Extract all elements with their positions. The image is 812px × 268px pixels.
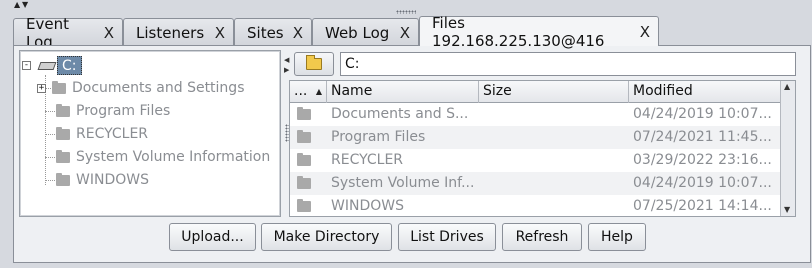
sort-ascending-icon: ▲ xyxy=(315,87,322,96)
browse-folder-button[interactable] xyxy=(294,52,334,76)
table-scrollbar[interactable]: ▲ ▼ xyxy=(780,81,795,216)
folder-icon xyxy=(297,130,311,143)
tab-web-log[interactable]: Web Log X xyxy=(312,18,419,46)
tab-sites[interactable]: Sites X xyxy=(234,18,312,46)
folder-icon xyxy=(297,199,311,212)
table-header: ... ▲ Name Size Modified xyxy=(290,81,780,103)
cell-name: WINDOWS xyxy=(331,198,404,214)
collapse-down-icon[interactable]: ▼ xyxy=(22,0,28,10)
cell-modified: 04/24/2019 10:07... xyxy=(633,175,772,191)
cell-name: Program Files xyxy=(331,129,426,145)
tab-close-icon[interactable]: X xyxy=(293,24,303,42)
tree-guide-line xyxy=(45,134,55,135)
cell-name: Documents and S... xyxy=(331,106,469,122)
tab-label: Listeners xyxy=(136,23,205,42)
scroll-up-icon[interactable]: ▲ xyxy=(784,83,790,91)
help-button[interactable]: Help xyxy=(588,223,646,251)
folder-icon xyxy=(297,153,311,166)
collapse-right-icon[interactable]: ▶ xyxy=(284,66,289,74)
folder-icon xyxy=(297,176,311,189)
tab-close-icon[interactable]: X xyxy=(640,23,650,41)
tab-close-icon[interactable]: X xyxy=(400,24,410,42)
table-row[interactable]: System Volume Inf... 04/24/2019 10:07... xyxy=(290,172,780,195)
cell-modified: 03/29/2022 23:16... xyxy=(633,152,772,168)
column-header-icon[interactable]: ... ▲ xyxy=(290,81,327,103)
folder-icon xyxy=(52,80,66,94)
cell-name: System Volume Inf... xyxy=(331,175,475,191)
tab-label: Sites xyxy=(247,23,284,42)
list-drives-button[interactable]: List Drives xyxy=(398,223,496,251)
cell-size xyxy=(479,126,629,149)
scroll-down-icon[interactable]: ▼ xyxy=(784,206,790,214)
tree-item-label: Program Files xyxy=(76,103,171,119)
folder-icon xyxy=(56,149,70,163)
path-input[interactable] xyxy=(340,52,796,76)
tree-item-recycler[interactable]: RECYCLER xyxy=(56,123,148,145)
folder-icon xyxy=(56,103,70,117)
tab-label: Files 192.168.225.130@416 xyxy=(432,13,605,50)
tree-root-drive[interactable]: - C: xyxy=(22,54,82,76)
drive-icon xyxy=(39,60,53,70)
tab-close-icon[interactable]: X xyxy=(104,24,114,42)
tab-label: Web Log xyxy=(325,23,390,42)
directory-tree[interactable]: - C: + Documents and Settings Program Fi… xyxy=(19,50,281,217)
tree-item-system-volume-information[interactable]: System Volume Information xyxy=(56,146,270,168)
make-directory-button[interactable]: Make Directory xyxy=(261,223,392,251)
tree-guide-line xyxy=(45,180,55,181)
cell-size xyxy=(479,103,629,126)
cell-size xyxy=(479,195,629,216)
refresh-button[interactable]: Refresh xyxy=(502,223,582,251)
top-split-bar: ▲ ▼ xyxy=(0,0,812,14)
files-panel: - C: + Documents and Settings Program Fi… xyxy=(13,45,811,263)
expand-expander[interactable]: + xyxy=(37,83,46,93)
cell-size xyxy=(479,149,629,172)
split-grip[interactable] xyxy=(396,10,416,14)
tab-close-icon[interactable]: X xyxy=(215,24,225,42)
tab-event-log[interactable]: Event Log X xyxy=(13,15,123,51)
cell-modified: 07/25/2021 14:14... xyxy=(633,198,772,214)
tab-files[interactable]: Files 192.168.225.130@416 X xyxy=(419,14,659,50)
tab-bar: Event Log X Listeners X Sites X Web Log … xyxy=(13,14,812,51)
tree-item-label: System Volume Information xyxy=(76,149,271,165)
table-row[interactable]: Program Files 07/24/2021 11:45... xyxy=(290,126,780,149)
column-header-modified[interactable]: Modified xyxy=(629,81,780,103)
tree-item-label: WINDOWS xyxy=(76,172,149,188)
folder-icon xyxy=(56,172,70,186)
folder-icon xyxy=(56,126,70,140)
cell-name: RECYCLER xyxy=(331,152,404,168)
collapse-left-icon[interactable]: ◀ xyxy=(284,56,289,64)
cell-modified: 04/24/2019 10:07... xyxy=(633,106,772,122)
tree-item-program-files[interactable]: Program Files xyxy=(56,100,170,122)
file-table[interactable]: ... ▲ Name Size Modified Documents and S… xyxy=(289,80,796,217)
tree-item-label: Documents and Settings xyxy=(72,80,245,96)
tree-root-label: C: xyxy=(57,55,82,75)
column-header-size[interactable]: Size xyxy=(479,81,629,103)
table-row[interactable]: WINDOWS 07/25/2021 14:14... xyxy=(290,195,780,216)
tree-guide-line xyxy=(45,157,55,158)
collapse-up-icon[interactable]: ▲ xyxy=(14,0,20,10)
collapse-expander[interactable]: - xyxy=(22,60,31,70)
upload-button[interactable]: Upload... xyxy=(169,223,256,251)
folder-icon xyxy=(297,107,311,120)
tree-item-documents-and-settings[interactable]: + Documents and Settings xyxy=(37,77,244,99)
cell-modified: 07/24/2021 11:45... xyxy=(633,129,772,145)
tree-guide-line xyxy=(45,111,55,112)
cell-size xyxy=(479,172,629,195)
table-row[interactable]: RECYCLER 03/29/2022 23:16... xyxy=(290,149,780,172)
table-row[interactable]: Documents and S... 04/24/2019 10:07... xyxy=(290,103,780,126)
tab-listeners[interactable]: Listeners X xyxy=(123,18,234,46)
folder-open-icon xyxy=(306,55,322,70)
tree-item-windows[interactable]: WINDOWS xyxy=(56,169,149,191)
column-header-name[interactable]: Name xyxy=(327,81,479,103)
tree-item-label: RECYCLER xyxy=(76,126,149,142)
